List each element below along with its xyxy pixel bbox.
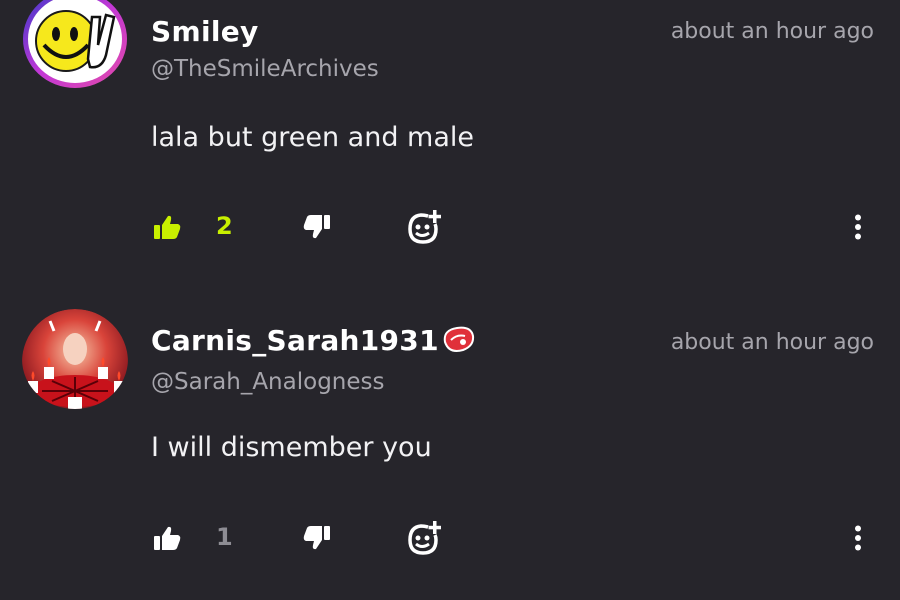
more-options-button[interactable] [846,207,870,247]
comment-actions: 2 [0,207,900,247]
comment: Smiley @TheSmileArchives about an hour a… [0,0,900,289]
timestamp: about an hour ago [670,19,874,44]
display-name[interactable]: Smiley [151,15,259,48]
steak-icon [443,326,474,352]
smiley-peace-avatar-icon [23,0,127,88]
display-name[interactable]: Carnis_Sarah1931 [151,324,475,357]
add-reaction-button[interactable] [404,518,444,558]
avatar[interactable] [22,309,128,409]
comment-text: I will dismember you [151,432,432,463]
add-reaction-icon [408,210,441,244]
like-count: 1 [216,523,233,551]
more-vertical-icon [855,525,861,551]
comment-text: lala but green and male [151,122,474,153]
user-handle[interactable]: @TheSmileArchives [151,56,379,82]
thumbs-up-icon [154,526,181,550]
like-count: 2 [216,212,233,240]
like-button[interactable] [150,518,184,558]
display-name-text: Carnis_Sarah1931 [151,324,439,357]
thumbs-down-icon [303,526,330,550]
thumbs-up-icon [154,215,181,239]
ritual-candles-avatar-icon [22,309,128,409]
dislike-button[interactable] [300,518,334,558]
more-vertical-icon [855,214,861,240]
thumbs-down-icon [303,215,330,239]
add-reaction-icon [408,521,441,555]
more-options-button[interactable] [846,518,870,558]
dislike-button[interactable] [300,207,334,247]
user-handle[interactable]: @Sarah_Analogness [151,369,384,395]
avatar[interactable] [22,0,128,89]
comment-actions: 1 [0,518,900,558]
like-button[interactable] [150,207,184,247]
add-reaction-button[interactable] [404,207,444,247]
timestamp: about an hour ago [670,330,874,355]
comment: Carnis_Sarah1931 @Sarah_Analogness about… [0,300,900,600]
